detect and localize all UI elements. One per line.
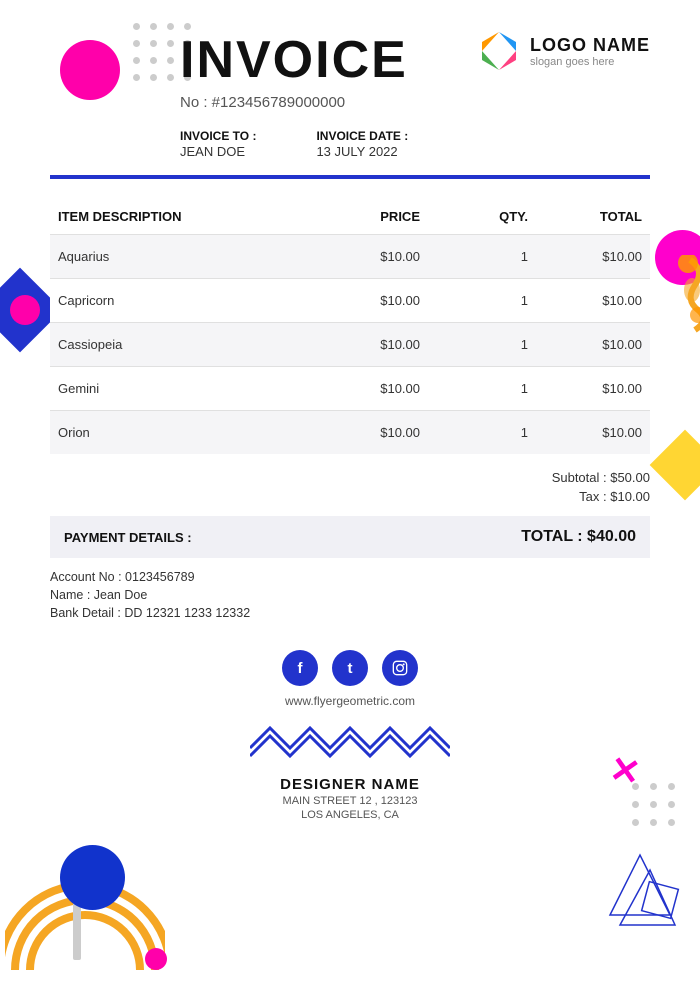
deco-bottom-right [590, 835, 690, 950]
table-container: ITEM DESCRIPTION PRICE QTY. TOTAL Aquari… [0, 179, 700, 454]
invoice-to-block: INVOICE TO : JEAN DOE [180, 129, 256, 161]
invoice-date-value: 13 JULY 2022 [316, 144, 397, 159]
invoice-to-label: INVOICE TO : [180, 129, 256, 143]
account-name: Name : Jean Doe [50, 588, 650, 602]
invoice-table: ITEM DESCRIPTION PRICE QTY. TOTAL Aquari… [50, 199, 650, 454]
item-price: $10.00 [320, 367, 428, 411]
footer-address-2: LOS ANGELES, CA [0, 809, 700, 821]
invoice-title-block: INVOICE No : #123456789000000 [180, 30, 408, 111]
deco-pink-circle-bottom [145, 948, 167, 970]
logo-slogan: slogan goes here [530, 56, 650, 68]
footer-wave [250, 718, 450, 768]
table-row: Cassiopeia $10.00 1 $10.00 [50, 323, 650, 367]
invoice-number: No : #123456789000000 [180, 94, 408, 111]
subtotal: Subtotal : $50.00 [50, 470, 650, 485]
col-header-qty: QTY. [428, 199, 536, 235]
payment-bar: PAYMENT DETAILS : TOTAL : $40.00 [50, 516, 650, 558]
account-number: Account No : 0123456789 [50, 570, 650, 584]
item-desc: Gemini [50, 367, 320, 411]
item-desc: Cassiopeia [50, 323, 320, 367]
totals-section: Subtotal : $50.00 Tax : $10.00 [0, 454, 700, 504]
item-total: $10.00 [536, 235, 650, 279]
facebook-icon[interactable]: f [282, 650, 318, 686]
footer-website: www.flyergeometric.com [0, 694, 700, 708]
col-header-item: ITEM DESCRIPTION [50, 199, 320, 235]
table-row: Gemini $10.00 1 $10.00 [50, 367, 650, 411]
deco-right-yellow [640, 255, 700, 340]
invoice-title: INVOICE [180, 30, 408, 90]
table-header-row: ITEM DESCRIPTION PRICE QTY. TOTAL [50, 199, 650, 235]
logo-name: LOGO NAME [530, 35, 650, 56]
item-price: $10.00 [320, 411, 428, 455]
logo-text-block: LOGO NAME slogan goes here [530, 35, 650, 68]
table-row: Orion $10.00 1 $10.00 [50, 411, 650, 455]
invoice-date-block: INVOICE DATE : 13 JULY 2022 [316, 129, 408, 161]
item-qty: 1 [428, 279, 536, 323]
table-row: Capricorn $10.00 1 $10.00 [50, 279, 650, 323]
social-icons: f t [0, 650, 700, 686]
item-price: $10.00 [320, 279, 428, 323]
payment-label: PAYMENT DETAILS : [64, 530, 192, 545]
item-total: $10.00 [536, 279, 650, 323]
invoice-date-label: INVOICE DATE : [316, 129, 408, 143]
item-price: $10.00 [320, 323, 428, 367]
instagram-icon[interactable] [382, 650, 418, 686]
tax: Tax : $10.00 [50, 489, 650, 504]
invoice-meta: INVOICE TO : JEAN DOE INVOICE DATE : 13 … [0, 111, 700, 161]
payment-info: Account No : 0123456789 Name : Jean Doe … [0, 558, 700, 620]
footer-designer-name: DESIGNER NAME [0, 776, 700, 793]
item-desc: Orion [50, 411, 320, 455]
item-desc: Capricorn [50, 279, 320, 323]
twitter-icon[interactable]: t [332, 650, 368, 686]
total-amount: TOTAL : $40.00 [521, 528, 636, 546]
item-total: $10.00 [536, 323, 650, 367]
col-header-price: PRICE [320, 199, 428, 235]
item-total: $10.00 [536, 367, 650, 411]
footer-section: f t www.flyergeometric.com DESIGNER NAME… [0, 650, 700, 821]
item-qty: 1 [428, 323, 536, 367]
item-desc: Aquarius [50, 235, 320, 279]
item-qty: 1 [428, 235, 536, 279]
bank-detail: Bank Detail : DD 12321 1233 12332 [50, 606, 650, 620]
item-total: $10.00 [536, 411, 650, 455]
deco-blue-circle [60, 845, 125, 910]
logo-block: LOGO NAME slogan goes here [478, 30, 650, 72]
table-row: Aquarius $10.00 1 $10.00 [50, 235, 650, 279]
invoice-to-name: JEAN DOE [180, 144, 245, 159]
header: INVOICE No : #123456789000000 LOGO NAME … [0, 0, 700, 111]
footer-address-1: MAIN STREET 12 , 123123 [0, 795, 700, 807]
item-qty: 1 [428, 411, 536, 455]
logo-icon [478, 30, 520, 72]
item-qty: 1 [428, 367, 536, 411]
col-header-total: TOTAL [536, 199, 650, 235]
item-price: $10.00 [320, 235, 428, 279]
